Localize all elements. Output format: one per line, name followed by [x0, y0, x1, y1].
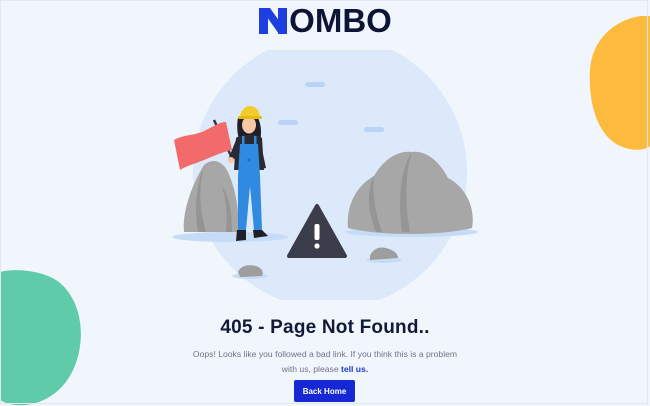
page-title: 405 - Page Not Found..: [220, 317, 430, 338]
logo-text: OMBO: [289, 2, 392, 39]
description-line-text: with us, please: [281, 364, 339, 374]
cloud: [278, 120, 298, 125]
description-line-2: with us, please tell us.: [0, 362, 650, 377]
construction-illustration: [172, 50, 478, 300]
cloud: [305, 82, 325, 87]
ground-shadow: [172, 232, 288, 242]
cloud: [364, 127, 384, 132]
back-home-button[interactable]: Back Home: [294, 380, 355, 402]
description-line: Oops! Looks like you followed a bad link…: [192, 349, 458, 359]
logo-mark-icon: [259, 8, 288, 34]
tell-us-link[interactable]: tell us.: [341, 364, 368, 374]
error-description: Oops! Looks like you followed a bad link…: [0, 347, 650, 377]
brand-logo[interactable]: OMBO: [0, 2, 650, 40]
